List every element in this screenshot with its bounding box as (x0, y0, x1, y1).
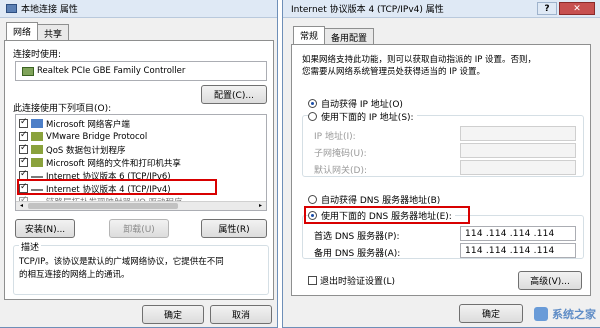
ip-address-input[interactable] (460, 126, 576, 141)
network-icon (6, 4, 17, 13)
checkbox[interactable] (19, 143, 28, 154)
tab-network[interactable]: 网络 (6, 22, 39, 40)
protocol-icon (31, 132, 43, 141)
watermark-logo-icon (534, 307, 548, 321)
alternate-dns-label: 备用 DNS 服务器(A): (314, 249, 401, 259)
protocol-icon (31, 173, 43, 178)
intro-text-line-2: 您需要从网络系统管理员处获得适当的 IP 设置。 (302, 67, 486, 77)
left-cancel-button[interactable]: 取消 (210, 305, 272, 324)
default-gateway-input[interactable] (460, 160, 576, 175)
auto-ip-radio[interactable] (308, 99, 317, 108)
preferred-dns-input[interactable]: 114 .114 .114 .114 (460, 226, 576, 241)
ip-address-label: IP 地址(I): (314, 132, 356, 142)
advanced-button[interactable]: 高级(V)... (518, 271, 582, 290)
properties-button[interactable]: 属性(R) (201, 219, 267, 238)
description-label: 描述 (19, 240, 42, 253)
validate-checkbox[interactable] (308, 276, 317, 285)
intro-text-line-1: 如果网络支持此功能，则可以获取自动指派的 IP 设置。否则， (302, 55, 537, 65)
left-title-bar: 本地连接 属性 (0, 0, 277, 18)
left-tab-strip: 网络 共享 (6, 22, 70, 40)
manual-ip-label: 使用下面的 IP 地址(S): (321, 113, 414, 123)
right-window-title: Internet 协议版本 4 (TCP/IPv4) 属性 (291, 5, 444, 15)
watermark: 系统之家 (500, 303, 596, 325)
subnet-mask-label: 子网掩码(U): (314, 149, 367, 159)
checkbox[interactable] (19, 117, 28, 128)
service-icon (31, 145, 43, 154)
right-tab-strip: 常规 备用配置 (293, 26, 375, 44)
list-item[interactable]: VMware Bridge Protocol (19, 130, 147, 143)
auto-dns-radio[interactable] (308, 195, 317, 204)
horizontal-scrollbar[interactable]: ◂ ▸ (16, 201, 266, 210)
scroll-right-arrow-icon[interactable]: ▸ (256, 202, 265, 210)
manual-ip-option[interactable]: 使用下面的 IP 地址(S): (308, 110, 417, 123)
list-item-label: VMware Bridge Protocol (46, 131, 148, 142)
uninstall-button[interactable]: 卸载(U) (109, 219, 169, 238)
left-tab-panel: 连接时使用: Realtek PCIe GBE Family Controlle… (4, 40, 274, 300)
checkbox[interactable] (19, 156, 28, 167)
tab-sharing[interactable]: 共享 (37, 24, 70, 40)
validate-on-exit-option[interactable]: 退出时验证设置(L) (308, 274, 395, 287)
description-text-line-1: TCP/IP。该协议是默认的广域网络协议，它提供在不同 (19, 257, 224, 267)
watermark-text: 系统之家 (552, 308, 596, 321)
list-item-label: Microsoft 网络的文件和打印机共享 (46, 158, 181, 169)
help-button[interactable]: ? (537, 2, 557, 15)
manual-ip-radio[interactable] (308, 112, 317, 121)
left-window-title: 本地连接 属性 (21, 5, 78, 15)
auto-ip-label: 自动获得 IP 地址(O) (321, 100, 403, 110)
list-item-label: Microsoft 网络客户端 (46, 119, 130, 130)
auto-dns-option[interactable]: 自动获得 DNS 服务器地址(B) (308, 193, 440, 206)
preferred-dns-label: 首选 DNS 服务器(P): (314, 232, 400, 242)
list-item[interactable]: Microsoft 网络的文件和打印机共享 (19, 156, 181, 169)
install-button[interactable]: 安装(N)... (15, 219, 75, 238)
ipv4-properties-window: Internet 协议版本 4 (TCP/IPv4) 属性 ? ✕ 常规 备用配… (282, 0, 600, 328)
adapter-icon (22, 66, 34, 76)
validate-label: 退出时验证设置(L) (320, 277, 396, 287)
subnet-mask-input[interactable] (460, 143, 576, 158)
service-icon (31, 158, 43, 167)
adapter-box: Realtek PCIe GBE Family Controller (15, 61, 267, 81)
client-icon (31, 119, 43, 128)
scroll-left-arrow-icon[interactable]: ◂ (17, 202, 26, 210)
checkbox[interactable] (19, 130, 28, 141)
close-button[interactable]: ✕ (559, 2, 595, 15)
list-item[interactable]: Microsoft 网络客户端 (19, 117, 130, 130)
configure-button[interactable]: 配置(C)... (201, 85, 267, 104)
tab-alternate-config[interactable]: 备用配置 (324, 28, 375, 44)
tab-general[interactable]: 常规 (293, 26, 326, 44)
left-ok-button[interactable]: 确定 (142, 305, 204, 324)
scrollbar-thumb[interactable] (28, 203, 178, 209)
connect-using-label: 连接时使用: (13, 50, 62, 60)
adapter-name: Realtek PCIe GBE Family Controller (37, 66, 186, 76)
ipv4-highlight-box (17, 179, 217, 195)
auto-dns-label: 自动获得 DNS 服务器地址(B) (321, 196, 441, 206)
list-item[interactable]: QoS 数据包计划程序 (19, 143, 126, 156)
components-list[interactable]: Microsoft 网络客户端 VMware Bridge Protocol Q… (15, 114, 267, 211)
manual-dns-highlight-box (304, 206, 470, 224)
right-tab-panel: 如果网络支持此功能，则可以获取自动指派的 IP 设置。否则， 您需要从网络系统管… (291, 44, 591, 296)
alternate-dns-input[interactable]: 114 .114 .114 .114 (460, 243, 576, 258)
description-text-line-2: 的相互连接的网络上的通讯。 (19, 270, 130, 280)
auto-ip-option[interactable]: 自动获得 IP 地址(O) (308, 97, 403, 110)
default-gateway-label: 默认网关(D): (314, 166, 367, 176)
local-connection-properties-window: 本地连接 属性 网络 共享 连接时使用: Realtek PCIe GBE Fa… (0, 0, 278, 328)
list-item-label: QoS 数据包计划程序 (46, 145, 126, 156)
items-label: 此连接使用下列项目(O): (13, 104, 112, 114)
